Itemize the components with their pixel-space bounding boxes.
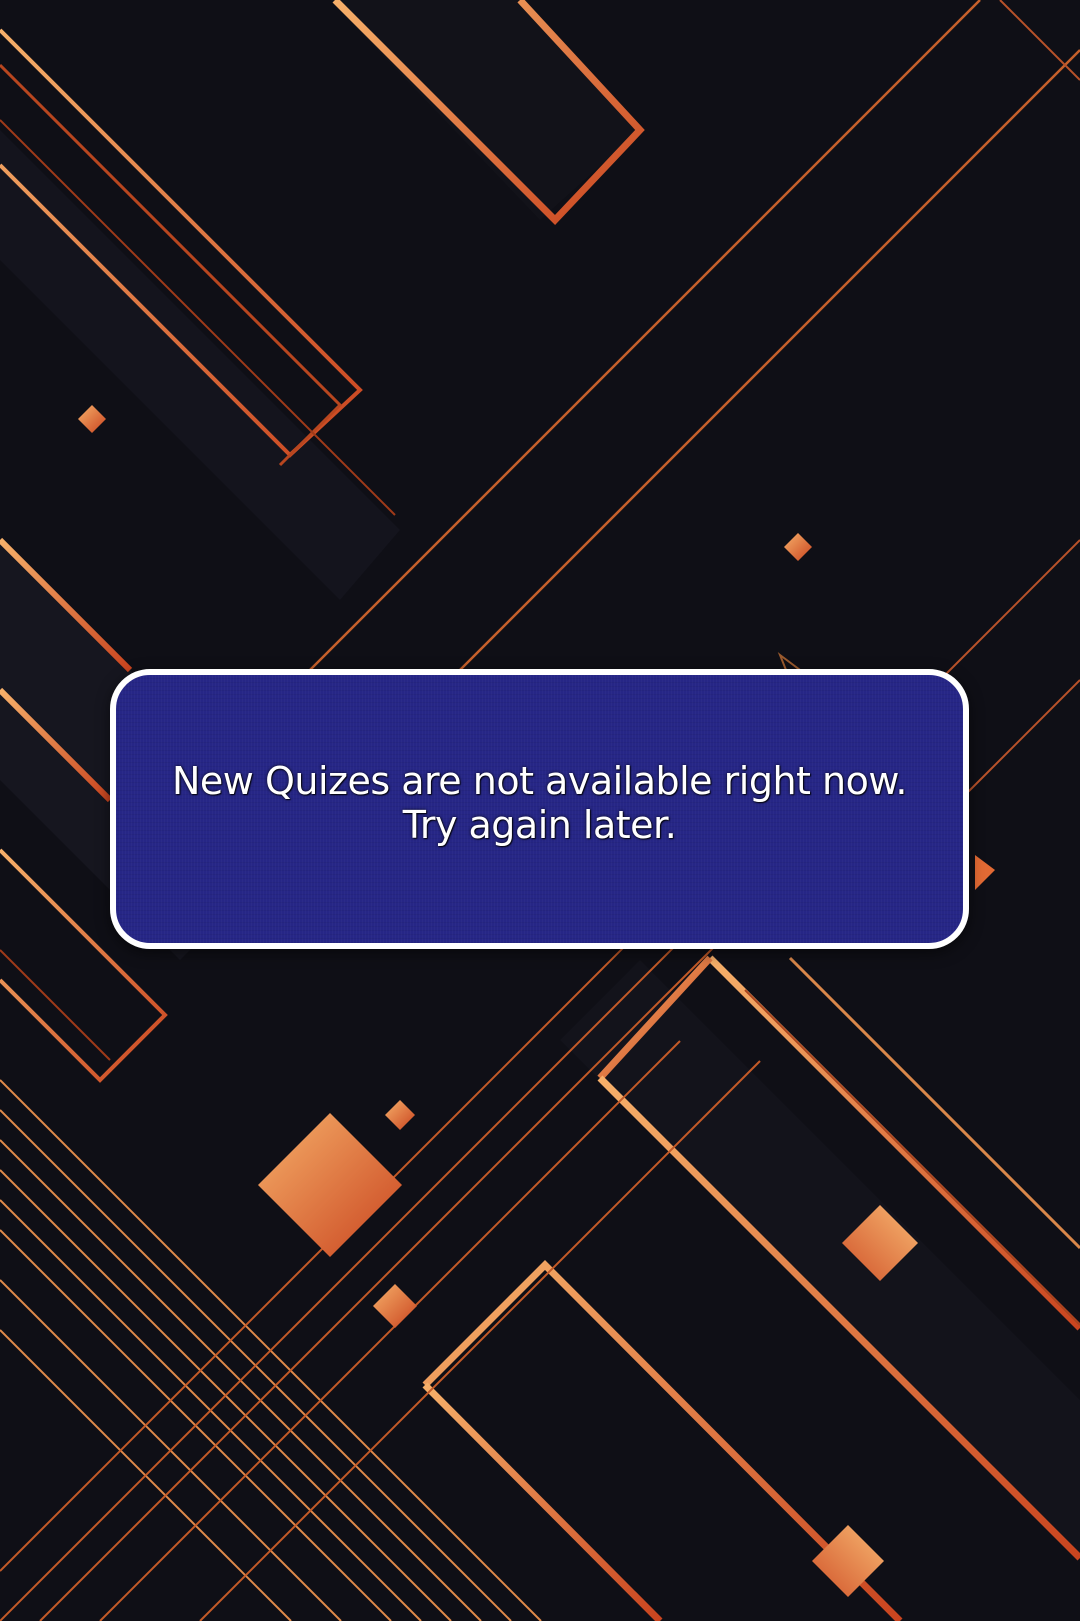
dialog-message-line-1: New Quizes are not available right now. bbox=[171, 759, 908, 803]
dialog-message-line-2: Try again later. bbox=[402, 803, 677, 847]
dialog-message: New Quizes are not available right now. … bbox=[171, 759, 908, 847]
message-dialog: New Quizes are not available right now. … bbox=[110, 669, 969, 949]
